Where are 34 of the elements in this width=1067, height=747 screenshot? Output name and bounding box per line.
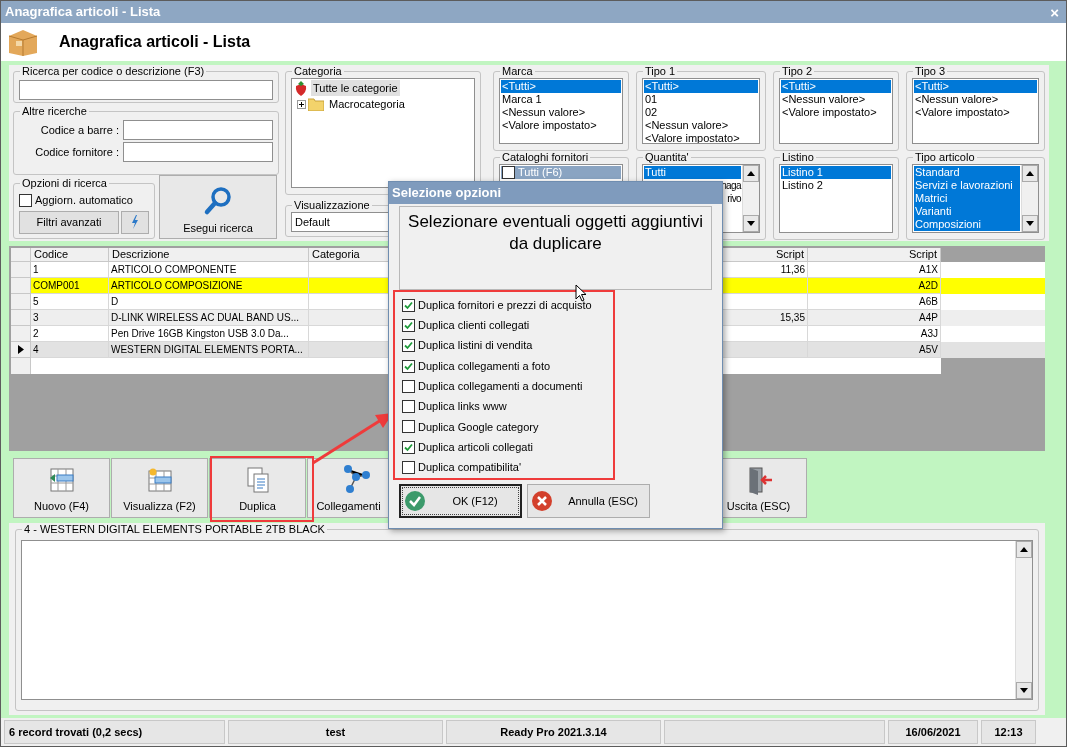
window-title: Anagrafica articoli - Lista — [5, 3, 161, 22]
group-label: Listino — [781, 151, 815, 164]
page-title: Anagrafica articoli - Lista — [59, 32, 251, 52]
group-label: Marca — [501, 65, 534, 78]
checkbox-label: Duplica Google category — [418, 419, 539, 435]
checkbox-label: Duplica fornitori e prezzi di acquisto — [418, 297, 592, 313]
group-label: Tipo articolo — [914, 151, 976, 164]
group-label: Opzioni di ricerca — [21, 177, 108, 190]
checkbox-label: Duplica clienti collegati — [418, 318, 530, 334]
group-label: 4 - WESTERN DIGITAL ELEMENTS PORTABLE 2TB BLACK — [23, 523, 326, 536]
status-cell: Ready Pro 2021.3.14 — [446, 720, 661, 744]
status-cell: 6 record trovati (0,2 secs) — [4, 720, 225, 744]
group-label: Quantita' — [644, 151, 690, 164]
group-label: Altre ricerche — [21, 105, 88, 118]
dialog-title: Selezione opzioni — [392, 184, 502, 203]
checkbox-label: Aggiorn. automatico — [35, 193, 133, 208]
status-cell: test — [228, 720, 443, 744]
checkbox-label: Duplica links www — [418, 399, 507, 415]
group-label: Tipo 3 — [914, 65, 947, 78]
checkbox-label: Duplica listini di vendita — [418, 338, 533, 354]
checkbox-label: Duplica collegamenti a foto — [418, 358, 551, 374]
group-label: Visualizzazione — [293, 199, 371, 212]
group-label: Ricerca per codice o descrizione (F3) — [21, 65, 206, 78]
group-label: Categoria — [293, 65, 343, 78]
group-label: Tipo 2 — [781, 65, 814, 78]
group-label: Tipo 1 — [644, 65, 677, 78]
checkbox-label: Duplica compatibilita' — [418, 460, 521, 476]
checkbox-label: Duplica articoli collegati — [418, 439, 533, 455]
group-label: Cataloghi fornitori — [501, 151, 590, 164]
checkbox-label: Duplica collegamenti a documenti — [418, 379, 583, 395]
field-label: Codice fornitore : — [35, 144, 119, 160]
field-label: Codice a barre : — [40, 122, 119, 138]
status-cell: 12:13 — [981, 720, 1036, 744]
status-cell: 16/06/2021 — [888, 720, 978, 744]
